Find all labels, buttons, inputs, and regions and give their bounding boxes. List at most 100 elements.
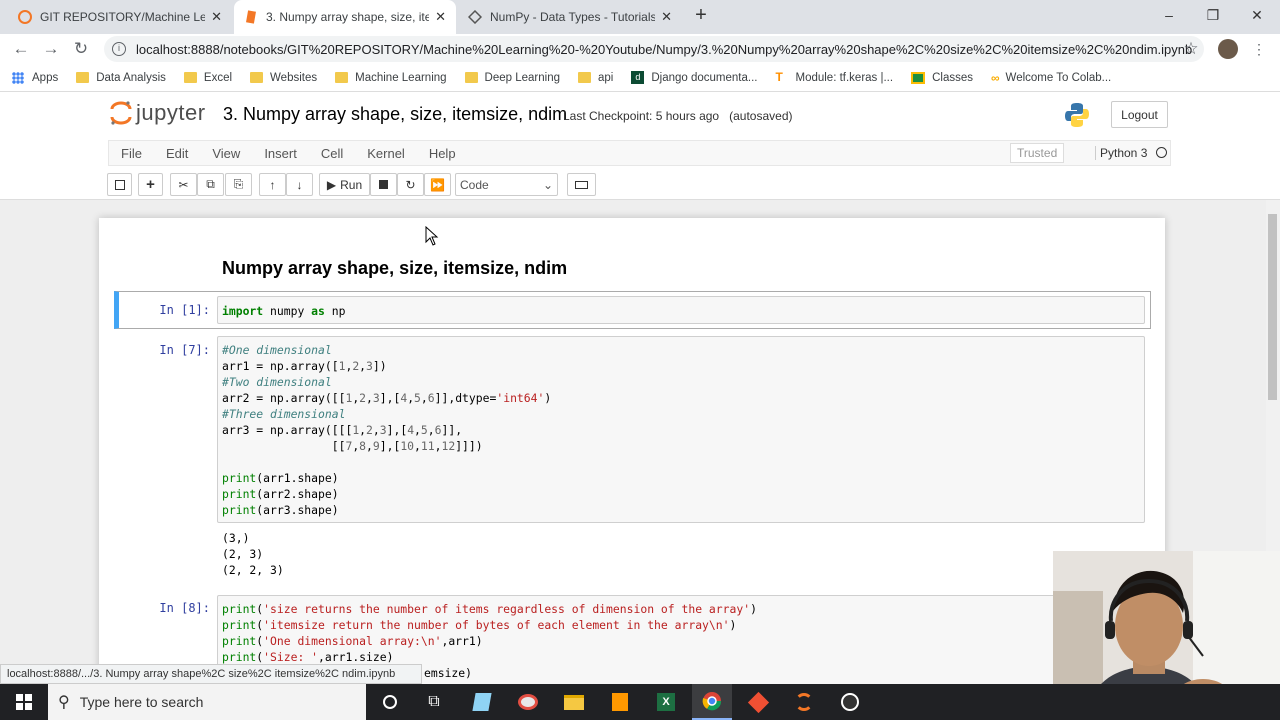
menu-cell[interactable]: Cell	[309, 146, 355, 161]
cut-button[interactable]: ✂	[170, 173, 197, 196]
bookmark-websites[interactable]: Websites	[250, 72, 317, 84]
reload-icon[interactable]: ↻	[66, 34, 96, 64]
folder-icon	[76, 72, 90, 83]
browser-toolbar: ← → ↻ i localhost:8888/notebooks/GIT%20R…	[0, 34, 1280, 64]
search-placeholder: Type here to search	[79, 694, 204, 710]
bookmark-data-analysis[interactable]: Data Analysis	[76, 72, 166, 84]
file-explorer-taskbar-icon[interactable]	[554, 684, 594, 720]
sublime-taskbar-icon[interactable]	[600, 684, 640, 720]
browser-tab-github[interactable]: GIT REPOSITORY/Machine Learni ✕	[8, 0, 232, 34]
stop-icon	[379, 180, 388, 189]
insert-cell-button[interactable]: +	[138, 173, 163, 196]
menu-help[interactable]: Help	[417, 146, 468, 161]
jupyter-taskbar-icon[interactable]	[784, 684, 824, 720]
bookmark-classes[interactable]: Classes	[911, 71, 973, 84]
info-icon[interactable]: i	[112, 42, 126, 56]
plus-icon: +	[146, 176, 155, 193]
logout-button[interactable]: Logout	[1111, 101, 1168, 128]
run-button[interactable]: ▶ Run	[319, 173, 370, 196]
interrupt-button[interactable]	[370, 173, 397, 196]
chrome-taskbar-icon[interactable]	[692, 684, 732, 720]
menu-view[interactable]: View	[200, 146, 252, 161]
start-button[interactable]	[4, 684, 44, 720]
bookmark-tf-keras[interactable]: T Module: tf.keras |...	[775, 71, 893, 84]
bookmark-api[interactable]: api	[578, 72, 613, 84]
url-text: localhost:8888/notebooks/GIT%20REPOSITOR…	[136, 41, 1193, 57]
paint-taskbar-icon[interactable]	[508, 684, 548, 720]
notebook-title[interactable]: 3. Numpy array shape, size, itemsize, nd…	[223, 104, 567, 125]
close-tab-icon[interactable]: ✕	[661, 9, 672, 25]
scrollbar-thumb[interactable]	[1268, 214, 1277, 400]
browser-tab-notebook[interactable]: 3. Numpy array shape, size, itemsiz ✕	[234, 0, 456, 34]
minimize-button[interactable]: –	[1146, 0, 1192, 30]
restart-run-all-button[interactable]: ⏩	[424, 173, 451, 196]
jupyter-logo-text: jupyter	[136, 100, 206, 125]
notebook-icon	[244, 10, 258, 24]
code-input[interactable]	[217, 296, 1145, 324]
bookmark-django[interactable]: d Django documenta...	[631, 71, 757, 84]
paste-button[interactable]: ⎘	[225, 173, 252, 196]
taskbar-search-box[interactable]: ⚲ Type here to search	[48, 684, 366, 720]
menu-file[interactable]: File	[109, 146, 154, 161]
bookmark-deep-learning[interactable]: Deep Learning	[464, 72, 560, 84]
save-button[interactable]	[107, 173, 132, 196]
restore-button[interactable]: ❐	[1190, 0, 1236, 30]
browser-menu-icon[interactable]: ⋮	[1244, 34, 1274, 64]
play-icon: ▶	[326, 177, 337, 192]
copy-icon: ⧉	[206, 177, 215, 191]
address-bar[interactable]: i localhost:8888/notebooks/GIT%20REPOSIT…	[104, 36, 1204, 62]
command-palette-button[interactable]	[567, 173, 596, 196]
menu-insert[interactable]: Insert	[252, 146, 309, 161]
chevron-down-icon: ⌄	[542, 177, 553, 192]
move-down-button[interactable]: ↓	[286, 173, 313, 196]
close-window-button[interactable]: ✕	[1234, 0, 1280, 30]
code-block: #One dimensional arr1 = np.array([1,2,3]…	[222, 343, 552, 517]
cell-prompt: In [7]:	[159, 343, 210, 357]
move-up-button[interactable]: ↑	[259, 173, 286, 196]
trusted-indicator[interactable]: Trusted	[1010, 143, 1065, 163]
folder-icon	[578, 72, 591, 83]
folder-icon	[250, 72, 264, 83]
excel-taskbar-icon[interactable]: X	[646, 684, 686, 720]
tab-title: NumPy - Data Types - Tutorialsp	[490, 10, 656, 24]
cell-prompt: In [8]:	[159, 601, 210, 615]
jupyter-logo[interactable]: jupyter	[110, 100, 206, 126]
kernel-idle-icon	[1156, 147, 1167, 158]
autosave-text: (autosaved)	[729, 109, 793, 123]
checkpoint-status: Last Checkpoint: 5 hours ago (autosaved)	[563, 109, 793, 123]
new-tab-button[interactable]: +	[690, 4, 712, 28]
bookmarks-bar: Apps Data Analysis Excel Websites Machin…	[0, 64, 1280, 92]
forward-icon[interactable]: →	[36, 34, 66, 64]
obs-taskbar-icon[interactable]	[830, 684, 870, 720]
code-block: print('size returns the number of items …	[222, 602, 757, 664]
back-icon[interactable]: ←	[6, 34, 36, 64]
close-tab-icon[interactable]: ✕	[211, 9, 222, 25]
copy-button[interactable]: ⧉	[197, 173, 224, 196]
git-taskbar-icon[interactable]	[738, 684, 778, 720]
apps-grid-icon	[12, 71, 24, 84]
bookmark-star-icon[interactable]: ☆	[1176, 34, 1206, 64]
menu-kernel[interactable]: Kernel	[355, 146, 417, 161]
fast-forward-icon: ⏩	[430, 177, 445, 192]
django-icon: d	[631, 71, 645, 84]
mouse-cursor-icon	[425, 226, 439, 246]
task-view-icon[interactable]: ⧉	[414, 684, 454, 720]
cortana-icon[interactable]	[370, 684, 410, 720]
bookmark-colab[interactable]: ∞ Welcome To Colab...	[991, 71, 1111, 85]
tab-title: GIT REPOSITORY/Machine Learni	[40, 10, 206, 24]
cell-type-select[interactable]: Code ⌄	[455, 173, 558, 196]
notepad-taskbar-icon[interactable]	[462, 684, 502, 720]
bookmark-machine-learning[interactable]: Machine Learning	[335, 72, 447, 84]
tutorialspoint-icon	[467, 9, 483, 25]
browser-tab-tutorialspoint[interactable]: NumPy - Data Types - Tutorialsp ✕	[458, 0, 682, 34]
bookmark-excel[interactable]: Excel	[183, 72, 232, 84]
markdown-heading: Numpy array shape, size, itemsize, ndim	[222, 258, 568, 278]
checkpoint-text: Last Checkpoint: 5 hours ago	[563, 109, 720, 123]
menu-edit[interactable]: Edit	[154, 146, 200, 161]
bookmark-apps[interactable]: Apps	[12, 71, 58, 84]
classroom-icon	[911, 71, 926, 84]
tab-title: 3. Numpy array shape, size, itemsiz	[266, 10, 430, 24]
profile-avatar[interactable]	[1218, 39, 1238, 59]
restart-button[interactable]: ↻	[397, 173, 424, 196]
close-tab-icon[interactable]: ✕	[435, 9, 446, 25]
